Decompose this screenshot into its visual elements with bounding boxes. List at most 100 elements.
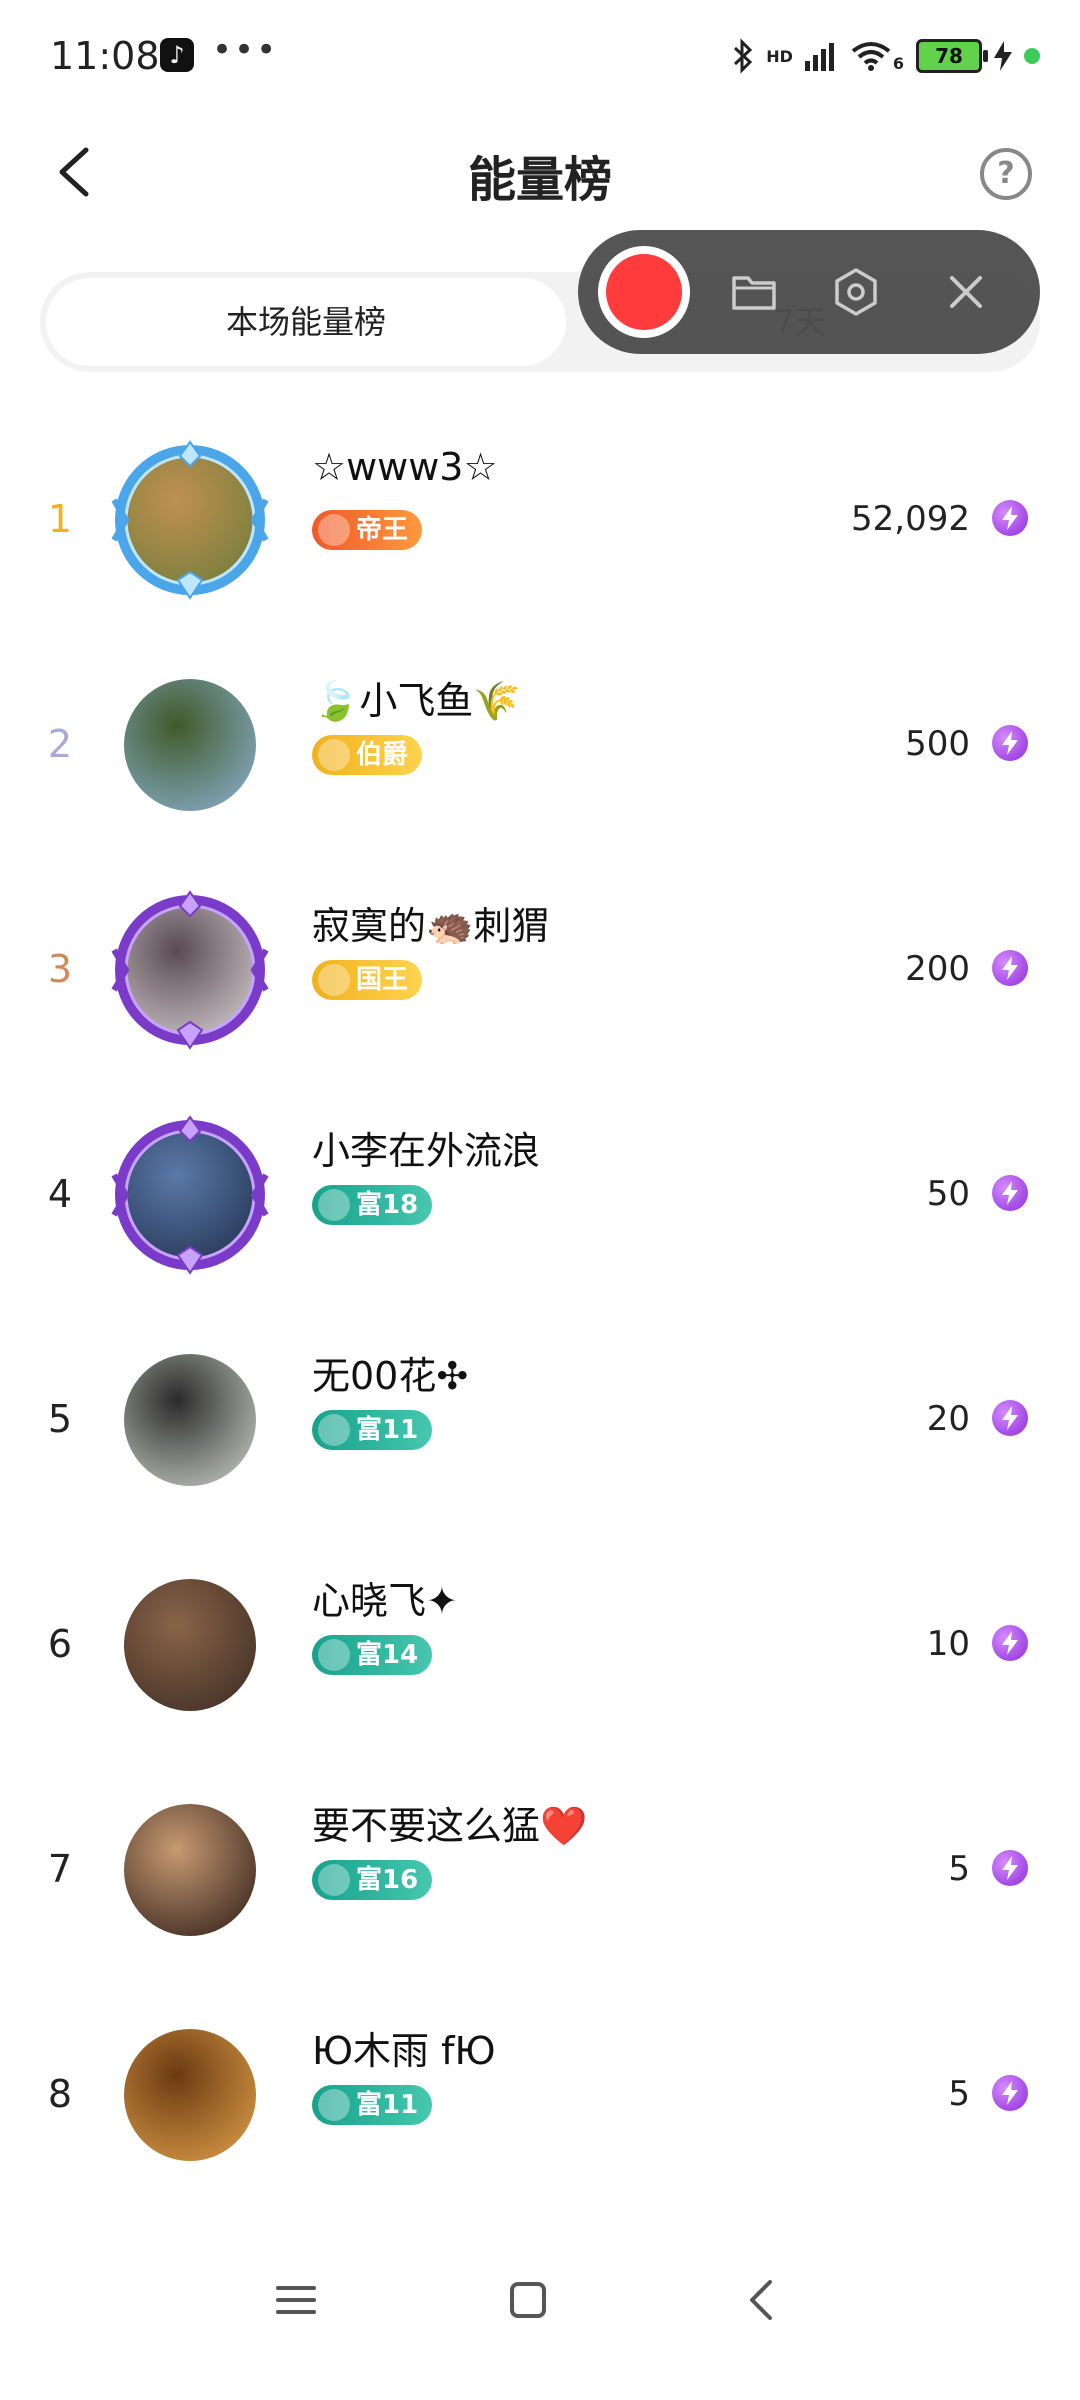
avatar-image [124, 2029, 256, 2161]
level-badge: 国王 [312, 960, 423, 1000]
menu-icon[interactable] [266, 2270, 326, 2330]
energy-score: 52,092 [851, 499, 970, 539]
energy-bolt-icon [992, 1850, 1028, 1886]
energy-bolt-icon [992, 500, 1028, 536]
folder-icon[interactable] [728, 266, 780, 318]
settings-hexagon-icon[interactable] [830, 266, 882, 318]
level-badge: 富14 [312, 1635, 433, 1675]
energy-score: 50 [926, 1174, 970, 1214]
avatar-image [124, 679, 256, 811]
energy-bolt-icon [992, 1625, 1028, 1661]
avatar-image [124, 1579, 256, 1711]
ranking-row[interactable]: 4 小李在外流浪 富18 50 [0, 1080, 1080, 1305]
hd-label: HD [766, 46, 793, 66]
wifi-generation-label: 6 [892, 53, 904, 73]
avatar-frame-icon [111, 1115, 269, 1275]
user-avatar[interactable] [120, 675, 260, 815]
rank-number: 8 [47, 2072, 73, 2116]
user-name: 要不要这么猛❤️ [312, 1804, 588, 1848]
user-name: 无00花✣ [312, 1354, 469, 1398]
page-title: 能量榜 [467, 152, 612, 208]
rank-number: 4 [47, 1172, 73, 1216]
badge-emblem-icon [318, 1864, 350, 1896]
back-icon[interactable] [732, 2270, 792, 2330]
bluetooth-icon [734, 38, 753, 74]
system-navigation-bar [0, 2240, 1080, 2360]
energy-score: 20 [926, 1399, 970, 1439]
wifi-icon [851, 42, 891, 71]
energy-score: 5 [948, 1849, 970, 1889]
user-avatar[interactable] [120, 1350, 260, 1490]
level-badge: 富11 [312, 2085, 433, 2125]
status-bar: 11:08 ♪ ••• HD 6 78 [0, 0, 1080, 120]
avatar-frame-icon [111, 440, 269, 600]
avatar-frame-icon [111, 890, 269, 1050]
badge-emblem-icon [318, 1189, 350, 1221]
status-right-icons: HD 6 78 [732, 34, 1040, 78]
status-time: 11:08 [50, 34, 160, 78]
close-icon[interactable] [940, 266, 992, 318]
energy-score: 10 [926, 1624, 970, 1664]
record-icon[interactable] [598, 246, 690, 338]
user-avatar[interactable] [120, 1800, 260, 1940]
badge-emblem-icon [318, 964, 350, 996]
badge-emblem-icon [318, 514, 350, 546]
signal-icon [804, 43, 834, 71]
energy-bolt-icon [992, 1400, 1028, 1436]
rank-number: 5 [47, 1397, 73, 1441]
rank-number: 6 [47, 1622, 73, 1666]
energy-score: 200 [905, 949, 970, 989]
badge-label: 富14 [356, 1640, 419, 1670]
badge-label: 帝王 [356, 515, 409, 545]
ranking-row[interactable]: 6 心晓飞✦ 富14 10 [0, 1530, 1080, 1755]
badge-label: 富11 [356, 2090, 419, 2120]
energy-score: 500 [905, 724, 970, 764]
energy-bolt-icon [992, 1175, 1028, 1211]
tiktok-notification-icon: ♪ [160, 38, 194, 72]
screen-recorder-toolbar [578, 230, 1040, 354]
badge-emblem-icon [318, 2089, 350, 2121]
user-avatar[interactable] [120, 1575, 260, 1715]
level-badge: 富18 [312, 1185, 433, 1225]
badge-label: 富16 [356, 1865, 419, 1895]
user-avatar[interactable] [120, 2025, 260, 2165]
user-name: Ю木雨 fЮ [312, 2029, 496, 2073]
rank-number: 2 [47, 722, 73, 766]
battery-icon: 78 [916, 39, 988, 73]
tab-current-session[interactable]: 本场能量榜 [46, 278, 566, 366]
rank-number: 3 [47, 947, 73, 991]
energy-score: 5 [948, 2074, 970, 2114]
home-icon[interactable] [498, 2270, 558, 2330]
user-avatar[interactable] [111, 440, 269, 600]
ranking-row[interactable]: 8 Ю木雨 fЮ 富11 5 [0, 1980, 1080, 2205]
ranking-row[interactable]: 2 🍃小飞鱼🌾 伯爵 500 [0, 630, 1080, 855]
ranking-row[interactable]: 7 要不要这么猛❤️ 富16 5 [0, 1755, 1080, 1980]
ranking-row[interactable]: 3 寂寞的🦔刺猬国王 200 [0, 855, 1080, 1080]
avatar-image [124, 1354, 256, 1486]
user-name: 🍃小飞鱼🌾 [312, 679, 521, 723]
ranking-row[interactable]: 5 无00花✣ 富11 20 [0, 1305, 1080, 1530]
ranking-row[interactable]: 1 ☆www3☆ 帝王 52,092 [0, 405, 1080, 630]
user-avatar[interactable] [111, 890, 269, 1050]
badge-label: 国王 [356, 965, 409, 995]
badge-label: 富11 [356, 1415, 419, 1445]
user-name: ☆www3☆ [312, 445, 498, 489]
badge-label: 伯爵 [356, 740, 409, 770]
energy-bolt-icon [992, 2075, 1028, 2111]
level-badge: 富11 [312, 1410, 433, 1450]
rank-number: 1 [47, 497, 73, 541]
mic-indicator-dot [1024, 48, 1040, 64]
level-badge: 帝王 [312, 510, 423, 550]
badge-emblem-icon [318, 1639, 350, 1671]
help-icon[interactable]: ? [980, 148, 1032, 200]
badge-label: 富18 [356, 1190, 419, 1220]
avatar-image [124, 1804, 256, 1936]
badge-emblem-icon [318, 1414, 350, 1446]
user-avatar[interactable] [111, 1115, 269, 1275]
level-badge: 伯爵 [312, 735, 423, 775]
badge-emblem-icon [318, 739, 350, 771]
charging-bolt-icon [994, 41, 1012, 71]
energy-bolt-icon [992, 725, 1028, 761]
user-name: 寂寞的🦔刺猬 [312, 904, 550, 948]
level-badge: 富16 [312, 1860, 433, 1900]
